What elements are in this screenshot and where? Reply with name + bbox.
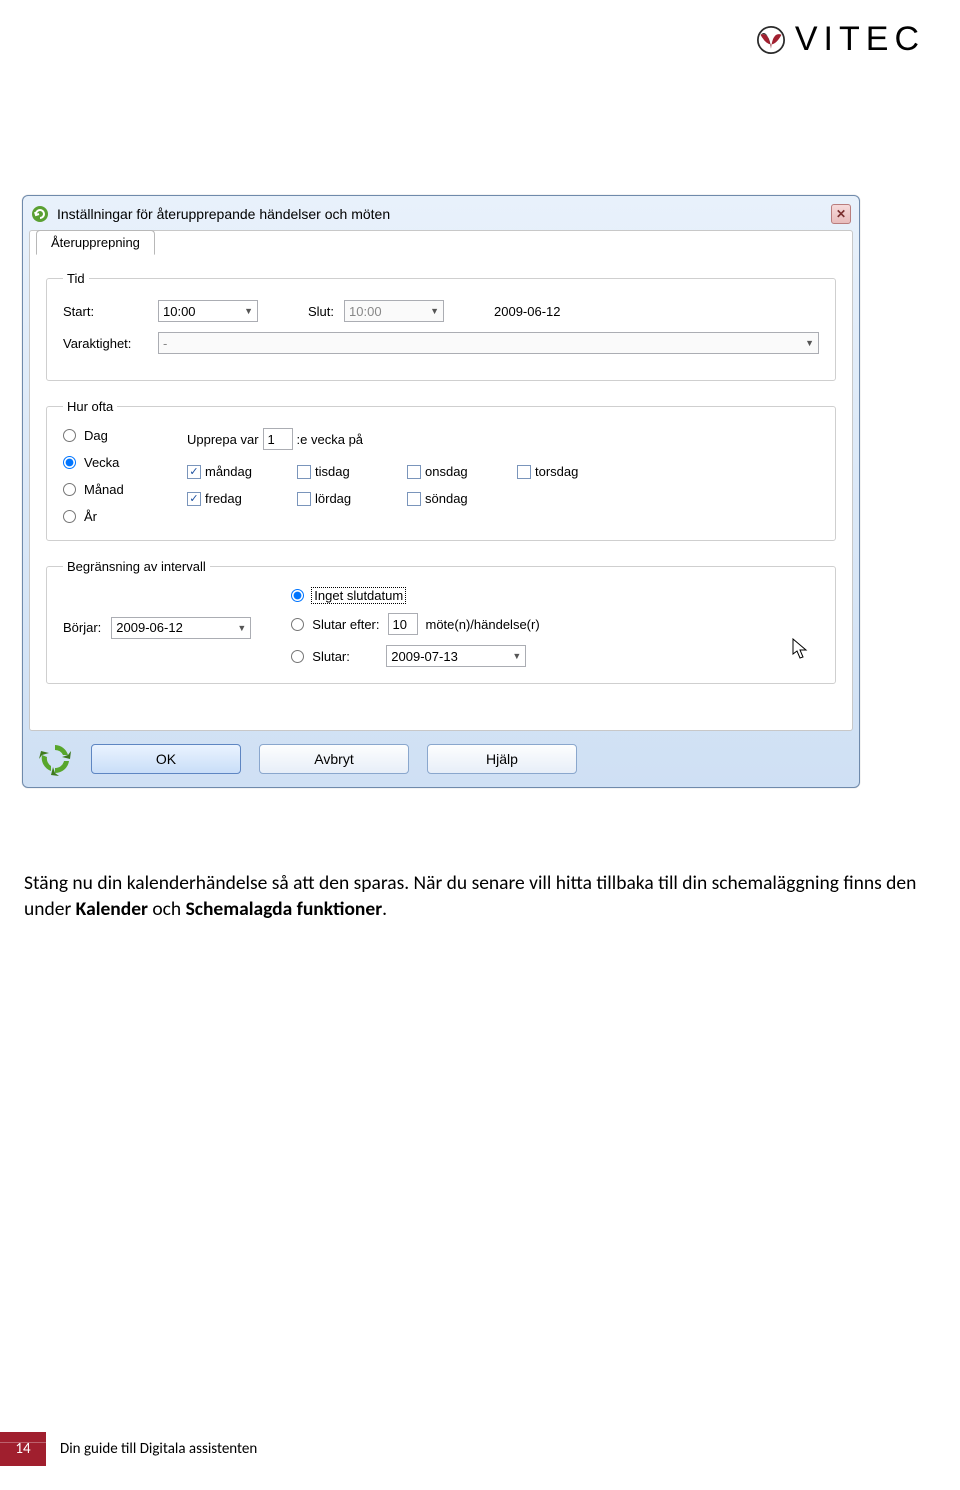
frequency-radios: Dag Vecka Månad År (63, 428, 163, 524)
start-time-combo[interactable]: 10:00 ▼ (158, 300, 258, 322)
duration-label: Varaktighet: (63, 336, 148, 351)
dialog-titlebar: Inställningar för återupprepande händels… (29, 202, 853, 230)
begin-label: Börjar: (63, 620, 101, 635)
chevron-down-icon: ▼ (244, 306, 253, 316)
chk-thu[interactable]: torsdag (517, 464, 627, 479)
radio-end-after[interactable]: Slutar efter: 10 möte(n)/händelse(r) (291, 613, 539, 635)
chevron-down-icon: ▼ (512, 651, 521, 661)
body-paragraph: Stäng nu din kalenderhändelse så att den… (24, 870, 920, 923)
logo-icon (757, 26, 785, 54)
end-time-value: 10:00 (349, 304, 382, 319)
end-by-date-value: 2009-07-13 (391, 649, 458, 664)
app-icon (31, 205, 49, 223)
close-button[interactable]: ✕ (831, 204, 851, 224)
group-frequency: Hur ofta Dag Vecka Månad År Upprepa var … (46, 399, 836, 541)
start-label: Start: (63, 304, 148, 319)
help-button[interactable]: Hjälp (427, 744, 577, 774)
footer-title: Din guide till Digitala assistenten (60, 1440, 257, 1458)
brand-logo: VITEC (757, 20, 925, 59)
duration-combo[interactable]: - ▼ (158, 332, 819, 354)
recurrence-dialog: Inställningar för återupprepande händels… (22, 195, 860, 788)
close-icon: ✕ (836, 207, 846, 221)
chevron-down-icon: ▼ (430, 306, 439, 316)
chevron-down-icon: ▼ (805, 338, 814, 348)
chevron-down-icon: ▼ (237, 623, 246, 633)
chk-sat[interactable]: lördag (297, 491, 407, 506)
repeat-n-input[interactable]: 1 (263, 428, 293, 450)
repeat-prefix: Upprepa var (187, 432, 259, 447)
group-range-legend: Begränsning av intervall (63, 559, 210, 574)
end-after-n-input[interactable]: 10 (388, 613, 418, 635)
end-time-combo[interactable]: 10:00 ▼ (344, 300, 444, 322)
radio-no-end[interactable]: Inget slutdatum (291, 588, 539, 603)
group-range: Begränsning av intervall Börjar: 2009-06… (46, 559, 836, 684)
begin-date-value: 2009-06-12 (116, 620, 183, 635)
repeat-suffix: :e vecka på (297, 432, 364, 447)
radio-day[interactable]: Dag (63, 428, 163, 443)
time-date: 2009-06-12 (494, 304, 561, 319)
end-by-date-combo[interactable]: 2009-07-13 ▼ (386, 645, 526, 667)
chk-wed[interactable]: onsdag (407, 464, 517, 479)
radio-year[interactable]: År (63, 509, 163, 524)
logo-text: VITEC (795, 20, 925, 59)
group-time: Tid Start: 10:00 ▼ Slut: 10:00 ▼ 2009-06… (46, 271, 836, 381)
tab-recurrence[interactable]: Återupprepning (36, 230, 155, 255)
radio-month[interactable]: Månad (63, 482, 163, 497)
duration-value: - (163, 336, 167, 351)
tab-panel: Återupprepning Tid Start: 10:00 ▼ Slut: … (29, 230, 853, 731)
start-time-value: 10:00 (163, 304, 196, 319)
cancel-button[interactable]: Avbryt (259, 744, 409, 774)
begin-date-combo[interactable]: 2009-06-12 ▼ (111, 617, 251, 639)
ok-button[interactable]: OK (91, 744, 241, 774)
chk-tue[interactable]: tisdag (297, 464, 407, 479)
group-frequency-legend: Hur ofta (63, 399, 117, 414)
group-time-legend: Tid (63, 271, 89, 286)
end-label: Slut: (308, 304, 334, 319)
dialog-title: Inställningar för återupprepande händels… (57, 206, 390, 222)
dialog-button-bar: OK Avbryt Hjälp (29, 731, 853, 777)
weekday-checkboxes: ✓måndag tisdag onsdag torsdag ✓fredag lö… (187, 464, 819, 506)
radio-week[interactable]: Vecka (63, 455, 163, 470)
recycle-icon (37, 741, 73, 777)
radio-end-by[interactable]: Slutar: 2009-07-13 ▼ (291, 645, 539, 667)
page-footer: 14 Din guide till Digitala assistenten (0, 1432, 257, 1466)
chk-fri[interactable]: ✓fredag (187, 491, 297, 506)
chk-mon[interactable]: ✓måndag (187, 464, 297, 479)
chk-sun[interactable]: söndag (407, 491, 517, 506)
page-number-badge: 14 (0, 1432, 46, 1466)
